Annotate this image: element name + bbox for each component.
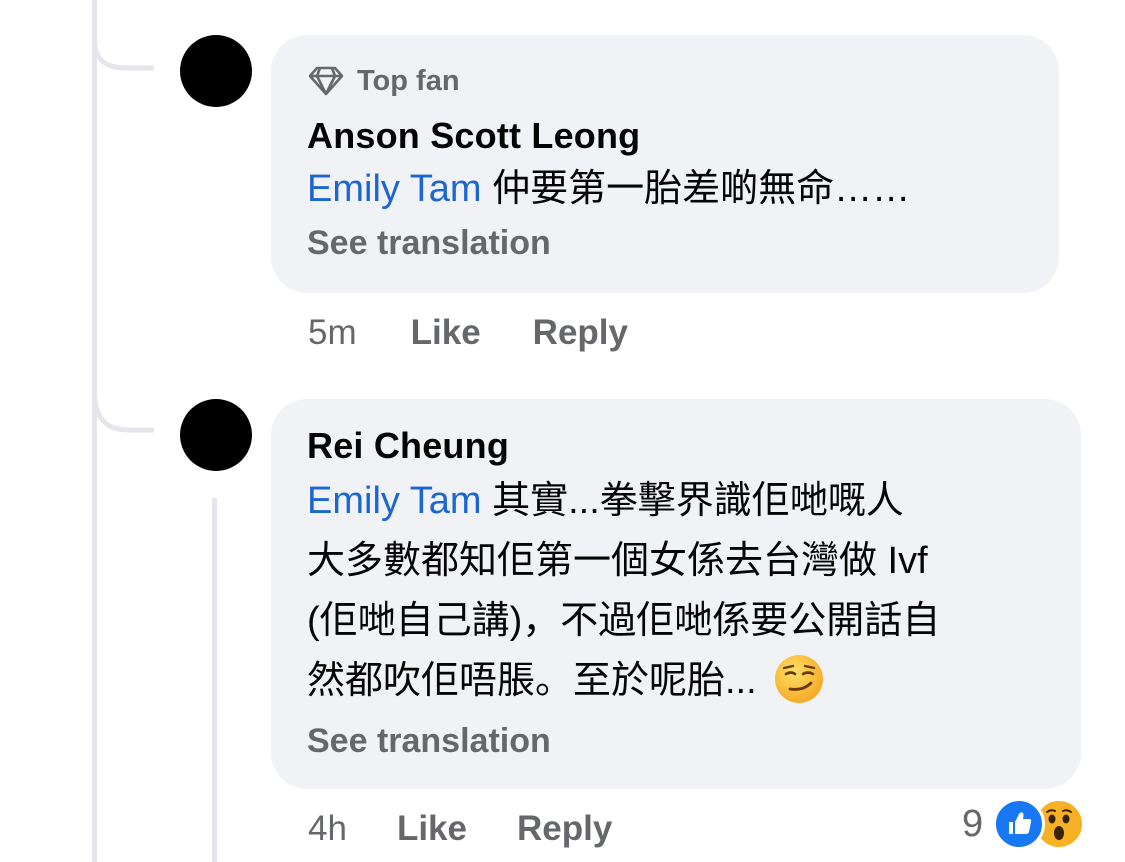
mention-link[interactable]: Emily Tam [307, 480, 482, 522]
avatar[interactable] [180, 399, 252, 471]
comment-body: 仲要第一胎差啲無命…… [481, 168, 911, 210]
thread-connector-top [92, 0, 154, 71]
comment-body-line-4: 然都吹佢唔脹。至於呢胎... [307, 660, 768, 702]
reply-button[interactable]: Reply [533, 313, 628, 353]
comment-text: Emily Tam 其實...拳擊界識佢哋嘅人 大多數都知佢第一個女係去台灣做 … [307, 471, 1051, 711]
timestamp[interactable]: 5m [308, 313, 357, 353]
comment-author[interactable]: Anson Scott Leong [307, 113, 1029, 159]
comment-bubble: Rei Cheung Emily Tam 其實...拳擊界識佢哋嘅人 大多數都知… [271, 399, 1081, 789]
comment-body-line-3: (佢哋自己講)，不過佢哋係要公開話自 [307, 600, 941, 642]
mention-link[interactable]: Emily Tam [307, 168, 482, 210]
like-button[interactable]: Like [397, 809, 467, 849]
comment-text: Emily Tam 仲要第一胎差啲無命…… [307, 159, 1029, 219]
top-fan-badge[interactable]: Top fan [307, 61, 1029, 101]
comment-body-line-1: 其實...拳擊界識佢哋嘅人 [481, 480, 904, 522]
reaction-count: 9 [962, 802, 984, 845]
comment-body-line-2: 大多數都知佢第一個女係去台灣做 Ivf [307, 540, 928, 582]
comment-author[interactable]: Rei Cheung [307, 423, 1051, 469]
see-translation-link[interactable]: See translation [307, 221, 1029, 265]
thread-connector-bottom [92, 330, 154, 433]
reaction-summary[interactable]: 9 [962, 798, 1086, 850]
avatar[interactable] [180, 35, 252, 107]
comment-line: Emily Tam 其實...拳擊界識佢哋嘅人 [307, 471, 1051, 531]
comment-bubble: Top fan Anson Scott Leong Emily Tam 仲要第一… [271, 35, 1059, 293]
comment-line: 然都吹佢唔脹。至於呢胎... [307, 651, 1051, 711]
comment-actions: 4h Like Reply [308, 806, 612, 852]
like-button[interactable]: Like [411, 313, 481, 353]
thread-line-reply [212, 498, 217, 862]
smirking-face-icon [775, 654, 824, 703]
badge-label: Top fan [357, 64, 460, 97]
timestamp[interactable]: 4h [308, 809, 347, 849]
see-translation-link[interactable]: See translation [307, 719, 1051, 763]
comment-actions: 5m Like Reply [308, 310, 628, 356]
reply-button[interactable]: Reply [517, 809, 612, 849]
like-reaction-icon [993, 798, 1046, 850]
diamond-icon [308, 66, 344, 96]
